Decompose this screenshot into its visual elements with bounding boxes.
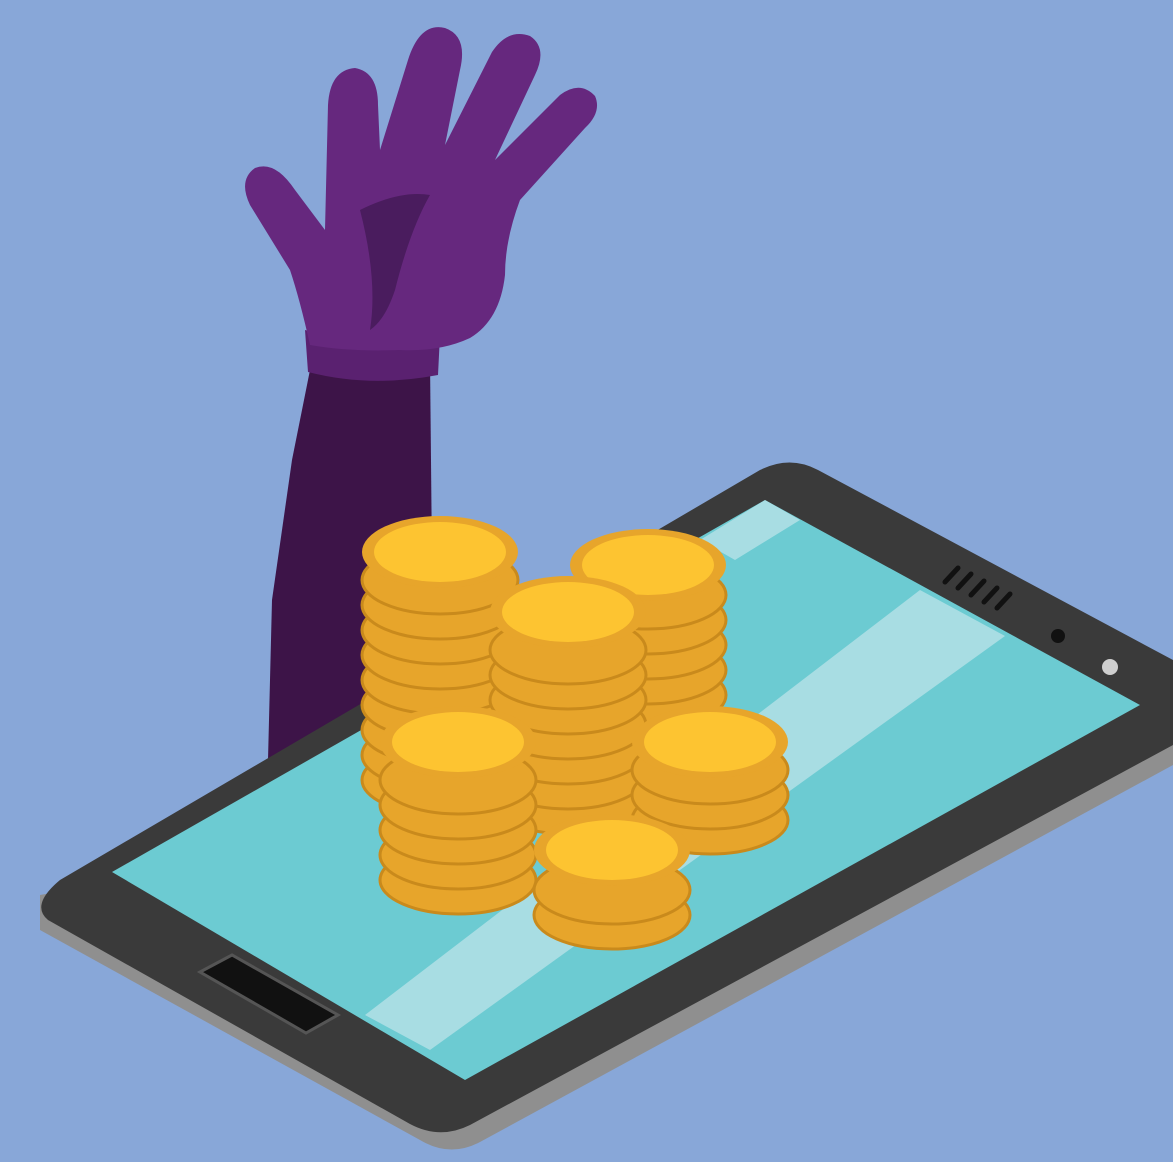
coin-stack-front-left [378, 706, 538, 916]
front-camera [1051, 629, 1065, 643]
sensor-dot [1102, 659, 1118, 675]
coin-stack-front-center [532, 814, 692, 951]
scam-illustration [0, 0, 1173, 1162]
